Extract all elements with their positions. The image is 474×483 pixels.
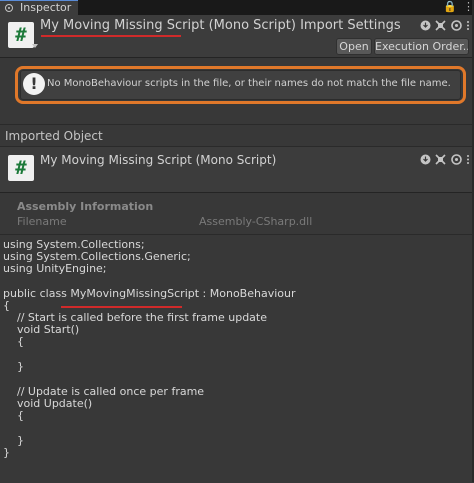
code-line: } <box>3 360 24 373</box>
title-underline-annotation <box>41 35 181 37</box>
code-line: } <box>3 446 10 459</box>
chevron-down-icon[interactable] <box>32 44 38 48</box>
code-line: public class MyMovingMissingScript : Mon… <box>3 287 296 300</box>
page-title: My Moving Missing Script (Mono Script) I… <box>40 18 401 33</box>
warning-icon: ! <box>23 73 45 95</box>
settings-icon[interactable] <box>451 154 462 165</box>
divider <box>0 124 474 125</box>
imported-object-label: Imported Object <box>5 129 103 143</box>
code-line: { <box>3 409 24 422</box>
execution-order-button[interactable]: Execution Order... <box>374 38 469 55</box>
filename-label: Filename <box>17 215 67 228</box>
help-circle-icon[interactable] <box>420 154 431 165</box>
kebab-menu-icon[interactable] <box>467 21 469 30</box>
class-name-underline-annotation <box>61 306 182 308</box>
lock-icon[interactable]: 🔒 <box>443 0 457 14</box>
assembly-info-heading: Assembly Information <box>17 200 154 213</box>
filename-value: Assembly-CSharp.dll <box>199 215 313 228</box>
tab-label: Inspector <box>20 1 72 14</box>
settings-icon[interactable] <box>451 20 462 31</box>
code-line: using UnityEngine; <box>3 262 107 275</box>
header-icons <box>420 20 469 31</box>
code-preview: using System.Collections; using System.C… <box>0 234 474 483</box>
tab-inspector[interactable]: Inspector <box>0 0 78 15</box>
code-line: { <box>3 335 24 348</box>
imported-object-title: My Moving Missing Script (Mono Script) <box>40 153 277 167</box>
script-icon: # <box>8 22 34 48</box>
object-header-icons <box>420 154 469 165</box>
preset-icon[interactable] <box>435 154 446 165</box>
script-icon: # <box>8 155 34 181</box>
info-icon <box>5 4 13 12</box>
open-button[interactable]: Open <box>336 38 372 55</box>
warning-text: No MonoBehaviour scripts in the file, or… <box>47 78 451 89</box>
preset-icon[interactable] <box>435 20 446 31</box>
kebab-menu-icon[interactable] <box>467 155 469 164</box>
help-circle-icon[interactable] <box>420 20 431 31</box>
